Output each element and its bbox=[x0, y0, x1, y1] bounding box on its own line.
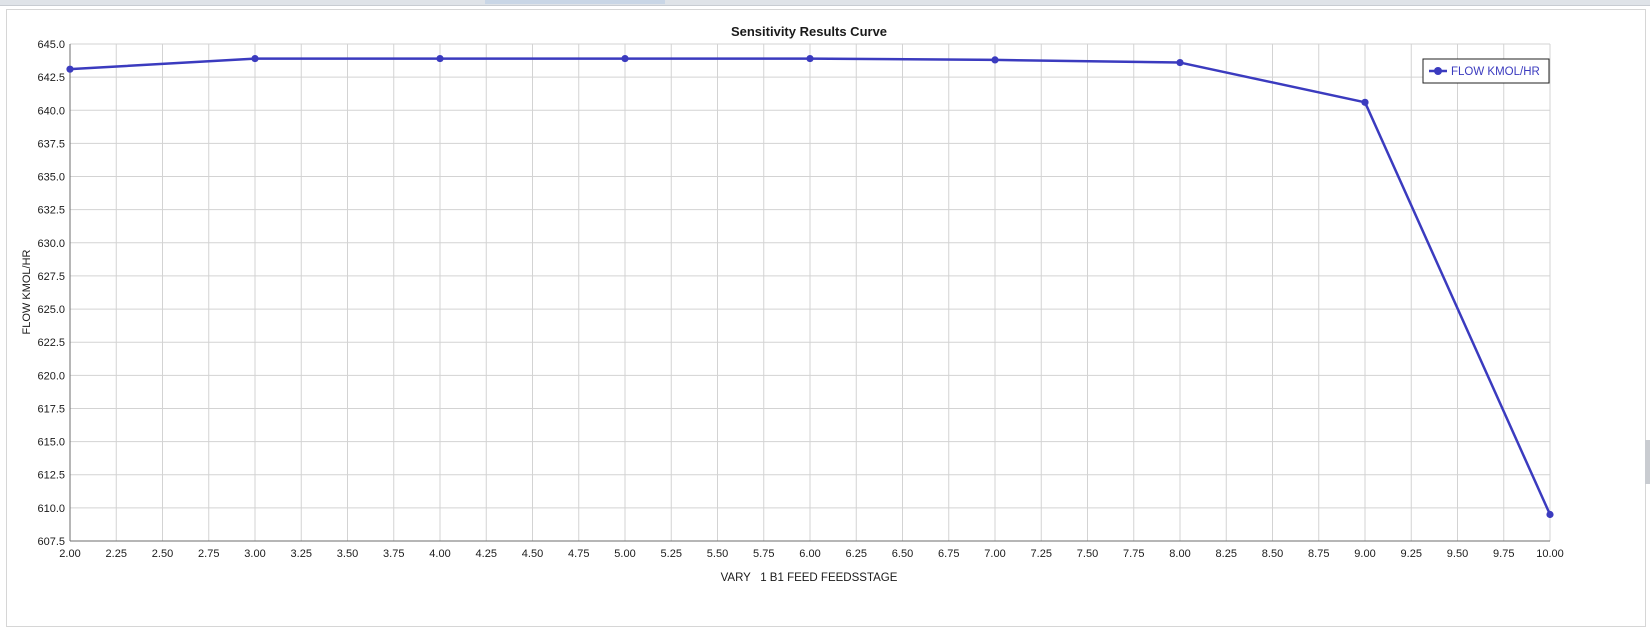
data-point[interactable] bbox=[436, 54, 444, 63]
x-tick-label: 7.00 bbox=[984, 548, 1005, 560]
sensitivity-chart: 2.00 2.25 2.50 2.75 3.00 3.25 3.50 3.75 4.00 4.25… bbox=[21, 24, 1564, 584]
x-tick-label: 8.00 bbox=[1169, 548, 1190, 560]
x-tick-label: 9.00 bbox=[1354, 548, 1375, 560]
y-tick-label: 637.5 bbox=[37, 138, 65, 150]
data-point[interactable] bbox=[621, 54, 629, 63]
x-tick-labels: 2.00 2.25 2.50 2.75 3.00 3.25 3.50 3.75 4.00 4.25… bbox=[59, 548, 1563, 560]
chart-legend[interactable]: FLOW KMOL/HR bbox=[1422, 58, 1550, 84]
x-tick-label: 3.25 bbox=[291, 548, 312, 560]
y-tick-label: 610.0 bbox=[37, 503, 65, 515]
x-tick-label: 5.00 bbox=[614, 548, 635, 560]
x-tick-label: 8.25 bbox=[1216, 548, 1237, 560]
y-tick-label: 607.5 bbox=[37, 536, 65, 548]
x-tick-label: 2.50 bbox=[152, 548, 173, 560]
x-tick-label: 2.25 bbox=[106, 548, 127, 560]
x-tick-label: 5.50 bbox=[707, 548, 728, 560]
y-tick-label: 645.0 bbox=[37, 39, 65, 51]
data-point[interactable] bbox=[991, 56, 999, 64]
y-tick-labels: 607.5 610.0 612.5 615.0 617.5 620.0 622.5 625.0… bbox=[37, 39, 65, 548]
legend-entry-label: FLOW KMOL/HR bbox=[1451, 66, 1540, 78]
x-tick-label: 5.25 bbox=[661, 548, 682, 560]
x-tick-label: 3.00 bbox=[244, 548, 265, 560]
y-tick-label: 642.5 bbox=[37, 72, 65, 84]
x-tick-label: 6.00 bbox=[799, 548, 820, 560]
y-tick-label: 612.5 bbox=[37, 470, 65, 482]
x-tick-label: 8.75 bbox=[1308, 548, 1329, 560]
x-tick-label: 2.75 bbox=[198, 548, 219, 560]
grid-lines bbox=[69, 43, 1551, 542]
x-tick-label: 5.75 bbox=[753, 548, 774, 560]
x-tick-label: 4.25 bbox=[476, 548, 497, 560]
x-tick-label: 6.50 bbox=[892, 548, 913, 560]
window-top-strip bbox=[0, 0, 1650, 6]
y-tick-label: 640.0 bbox=[37, 105, 65, 117]
x-tick-label: 6.25 bbox=[846, 548, 867, 560]
x-tick-label: 6.75 bbox=[938, 548, 959, 560]
x-tick-label: 10.00 bbox=[1536, 548, 1564, 560]
x-tick-label: 4.00 bbox=[429, 548, 450, 560]
x-axis-label: VARY 1 B1 FEED FEEDSSTAGE bbox=[721, 572, 898, 584]
x-tick-label: 9.25 bbox=[1401, 548, 1422, 560]
top-strip-accent bbox=[485, 0, 665, 4]
x-tick-label: 3.75 bbox=[383, 548, 404, 560]
application-window: 2.00 2.25 2.50 2.75 3.00 3.25 3.50 3.75 4.00 4.25… bbox=[0, 0, 1650, 631]
y-tick-label: 625.0 bbox=[37, 304, 65, 316]
right-edge-tab[interactable] bbox=[1645, 440, 1650, 484]
data-point[interactable] bbox=[1361, 98, 1369, 106]
data-point[interactable] bbox=[806, 54, 814, 63]
y-tick-label: 622.5 bbox=[37, 337, 65, 349]
data-point[interactable] bbox=[1546, 510, 1554, 519]
x-tick-label: 9.50 bbox=[1447, 548, 1468, 560]
data-point[interactable] bbox=[66, 65, 74, 73]
x-tick-label: 3.50 bbox=[337, 548, 358, 560]
y-tick-label: 630.0 bbox=[37, 238, 65, 250]
y-tick-label: 620.0 bbox=[37, 370, 65, 382]
y-tick-label: 617.5 bbox=[37, 403, 65, 415]
x-tick-label: 7.50 bbox=[1077, 548, 1098, 560]
x-tick-label: 7.75 bbox=[1123, 548, 1144, 560]
legend-marker-swatch bbox=[1434, 67, 1442, 75]
x-tick-label: 4.75 bbox=[568, 548, 589, 560]
chart-panel: 2.00 2.25 2.50 2.75 3.00 3.25 3.50 3.75 4.00 4.25… bbox=[6, 9, 1646, 627]
y-tick-label: 615.0 bbox=[37, 437, 65, 449]
data-point[interactable] bbox=[1176, 58, 1184, 67]
x-tick-label: 2.00 bbox=[59, 548, 80, 560]
y-axis-label: FLOW KMOL/HR bbox=[21, 249, 33, 334]
data-point[interactable] bbox=[251, 54, 259, 63]
y-tick-label: 632.5 bbox=[37, 205, 65, 217]
x-tick-label: 4.50 bbox=[522, 548, 543, 560]
x-tick-label: 7.25 bbox=[1031, 548, 1052, 560]
y-tick-label: 635.0 bbox=[37, 172, 65, 184]
x-tick-label: 8.50 bbox=[1262, 548, 1283, 560]
y-tick-label: 627.5 bbox=[37, 271, 65, 283]
chart-title: Sensitivity Results Curve bbox=[731, 24, 887, 39]
x-tick-label: 9.75 bbox=[1493, 548, 1514, 560]
